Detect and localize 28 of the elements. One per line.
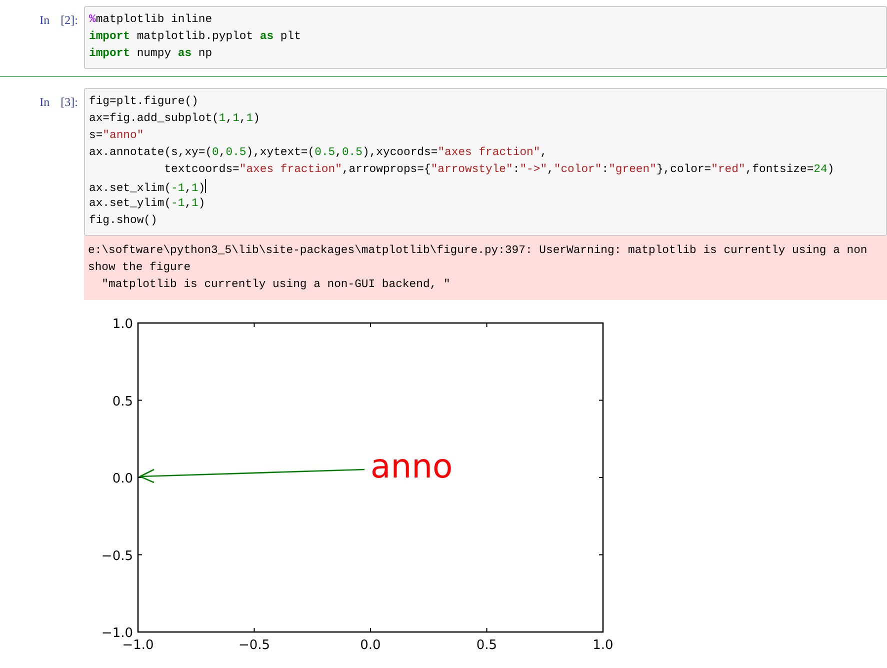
code-editor[interactable] — [84, 88, 887, 236]
code-line: ax.set_xlim(-1,1) — [89, 179, 882, 196]
code-line: %matplotlib inline — [89, 12, 214, 28]
code-line: import matplotlib.pyplot as plt — [89, 30, 302, 45]
tick-label: −1.0 — [122, 638, 154, 653]
input-prompt: In [2]: — [40, 13, 78, 27]
notebook-cell[interactable]: In [2]: %matplotlib inline import matplotlib.pyplot as plt import numpy as np — [0, 5, 887, 76]
code-line: import numpy as np — [89, 46, 214, 62]
tick-label: 1.0 — [112, 317, 133, 332]
annotation-text: anno — [370, 446, 453, 486]
warning-output: e:\software\python3_5\lib\site-packages\matplotlib\figure.py:397: UserWarning: matplotlib is currently using a non show the figure "matplotlib is currently using a non-GUI backend, " — [84, 236, 887, 300]
code-line: ax.annotate(s,xy=(0,0.5),xytext=(0.5,0.5),xycoords="axes fraction", — [89, 146, 548, 161]
code-editor[interactable]: %matplotlib inline import matplotlib.pyplot as plt import numpy as np — [84, 6, 887, 69]
code-line: ax.set_ylim(-1,1) — [89, 196, 206, 212]
tick-label: −1.0 — [101, 626, 133, 641]
code-line: textcoords="axes fraction",arrowprops={"arrowstyle":"->","color":"green"},color="red",fontsize=24) — [163, 162, 836, 178]
tick-label: −0.5 — [238, 638, 270, 653]
tick-label: 1.0 — [592, 638, 614, 653]
input-prompt: In [3]: — [40, 95, 78, 109]
tick-label: −0.5 — [101, 548, 133, 564]
tick-label: 0.5 — [476, 638, 498, 653]
code-line: fig.show() — [89, 214, 158, 229]
code-line: s="anno" — [89, 128, 145, 144]
tick-label: 0.0 — [112, 472, 133, 486]
code-line: ax=fig.add_subplot(1,1,1) — [89, 112, 261, 127]
tick-label: 0.0 — [360, 638, 381, 653]
code-line: fig=plt.figure() — [89, 94, 200, 110]
tick-label: 0.5 — [112, 394, 133, 410]
